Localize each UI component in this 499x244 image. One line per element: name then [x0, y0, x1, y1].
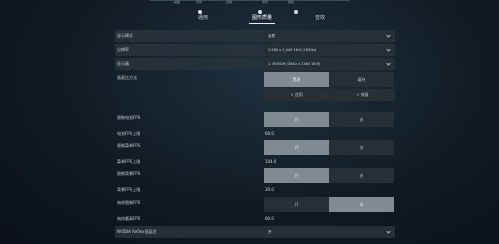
- limit-menu-fps-label: 限制菜单FPS: [117, 143, 141, 148]
- max-fps-cap-label: 始终最高FPS: [117, 216, 141, 221]
- restore-button[interactable]: ⇩ 恢复: [330, 89, 395, 101]
- subnav-item[interactable]: 音效: [196, 0, 202, 4]
- max-fps-cap-row: 始终最高FPS 60.0: [115, 213, 395, 225]
- limit-background-fps-row: 限制背景FPS 开 关: [115, 168, 395, 183]
- background-fps-cap-value[interactable]: 30.0: [265, 187, 274, 192]
- monitor-label: 显示器: [117, 61, 129, 66]
- subnav-item[interactable]: 画面: [174, 0, 180, 4]
- nvidia-reflex-row: NVIDIA Reflex低延迟 开: [115, 226, 395, 238]
- restore-button-label: 恢复: [360, 92, 369, 97]
- subnav-item[interactable]: 网络: [288, 0, 294, 4]
- resolution-label: 分辨率: [117, 47, 129, 52]
- resolution-value: 2,560 x 1,440 16:9 (165Hz): [268, 48, 317, 52]
- aspect-method-label: 画面比方法: [117, 75, 137, 80]
- tab-general[interactable]: 通用: [198, 14, 208, 21]
- subnav-item[interactable]: 游戏: [262, 0, 268, 4]
- limit-background-fps-off[interactable]: 关: [329, 168, 394, 183]
- nvidia-reflex-value: 开: [268, 230, 272, 234]
- battery-fps-cap-value[interactable]: 60.0: [265, 131, 274, 136]
- limit-menu-fps-off[interactable]: 关: [329, 140, 394, 155]
- limit-menu-fps-on[interactable]: 开: [264, 140, 329, 155]
- aspect-option-letterbox[interactable]: 黑屏: [264, 72, 329, 87]
- chevron-down-icon: [386, 33, 391, 38]
- apply-restore-row: ⇩ 应用 ⇩ 恢复: [115, 89, 395, 101]
- limit-max-fps-label: 始终限制FPS: [117, 200, 141, 205]
- resolution-dropdown[interactable]: 2,560 x 1,440 16:9 (165Hz): [264, 45, 393, 55]
- battery-fps-cap-row: 电池FPS上限 60.0: [115, 128, 395, 140]
- chevron-down-icon: [386, 47, 391, 52]
- menu-fps-cap-row: 菜单FPS上限 144.0: [115, 156, 395, 168]
- limit-background-fps-label: 限制背景FPS: [117, 171, 141, 176]
- tab-graphics-quality[interactable]: 图形质量: [252, 14, 272, 21]
- aspect-method-row: 画面比方法 黑屏 填充: [115, 72, 395, 88]
- monitor-value: 1. M35CM (3840 x 2160 16:9): [268, 62, 321, 66]
- limit-battery-fps-label: 限制电池FPS: [117, 115, 141, 120]
- subnav-item[interactable]: 控制: [226, 0, 232, 4]
- nvidia-reflex-dropdown[interactable]: 开: [264, 227, 393, 237]
- display-mode-value: 全屏: [268, 34, 275, 38]
- display-mode-dropdown[interactable]: 全屏: [264, 31, 393, 41]
- limit-battery-fps-row: 限制电池FPS 开 关: [115, 112, 395, 127]
- display-mode-label: 显示模式: [117, 33, 133, 38]
- limit-background-fps-on[interactable]: 开: [264, 168, 329, 183]
- limit-menu-fps-row: 限制菜单FPS 开 关: [115, 140, 395, 155]
- background-fps-cap-label: 背景FPS上限: [117, 187, 141, 192]
- tab-audio[interactable]: 音效: [315, 14, 325, 21]
- max-fps-cap-value[interactable]: 60.0: [265, 216, 274, 221]
- menu-fps-cap-label: 菜单FPS上限: [117, 159, 141, 164]
- limit-max-fps-on[interactable]: 开: [264, 197, 329, 212]
- monitor-row: 显示器 1. M35CM (3840 x 2160 16:9): [115, 58, 395, 70]
- resolution-row: 分辨率 2,560 x 1,440 16:9 (165Hz): [115, 44, 395, 56]
- display-mode-row: 显示模式 全屏: [115, 30, 395, 42]
- battery-fps-cap-label: 电池FPS上限: [117, 131, 141, 136]
- chevron-down-icon: [386, 229, 391, 234]
- tab-marker: [294, 10, 298, 14]
- apply-button[interactable]: ⇩ 应用: [264, 89, 329, 101]
- apply-button-label: 应用: [294, 92, 303, 97]
- background-fps-cap-row: 背景FPS上限 30.0: [115, 184, 395, 196]
- limit-max-fps-off[interactable]: 关: [329, 197, 394, 212]
- menu-fps-cap-value[interactable]: 144.0: [265, 159, 276, 164]
- aspect-option-fill[interactable]: 填充: [329, 72, 394, 87]
- limit-battery-fps-off[interactable]: 关: [329, 112, 394, 127]
- active-tab-underline: [249, 23, 275, 24]
- top-navigation: 画面 音效 控制 游戏 网络 通用 图形质量 音效: [0, 0, 499, 30]
- chevron-down-icon: [386, 61, 391, 66]
- limit-battery-fps-on[interactable]: 开: [264, 112, 329, 127]
- nvidia-reflex-label: NVIDIA Reflex低延迟: [117, 229, 157, 234]
- monitor-dropdown[interactable]: 1. M35CM (3840 x 2160 16:9): [264, 59, 393, 69]
- limit-max-fps-row: 始终限制FPS 开 关: [115, 197, 395, 212]
